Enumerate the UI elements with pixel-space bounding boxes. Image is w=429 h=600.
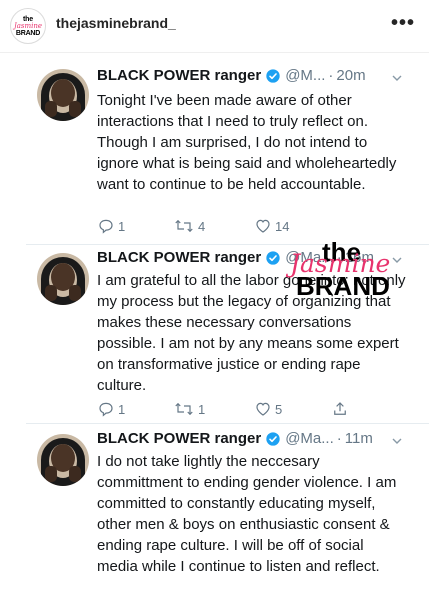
instagram-post-header: the Jasmine BRAND thejasminebrand_ ••• xyxy=(0,0,429,52)
tweet-display-name[interactable]: BLACK POWER ranger xyxy=(97,430,261,447)
tweet-avatar[interactable] xyxy=(37,434,89,486)
account-username[interactable]: thejasminebrand_ xyxy=(56,15,176,31)
divider xyxy=(26,423,429,424)
avatar-logo-line2: Jasmine xyxy=(13,21,43,30)
tweet-timestamp[interactable]: 11m xyxy=(345,430,373,447)
avatar-logo-line3: BRAND xyxy=(15,29,41,37)
like-count: 14 xyxy=(275,218,290,234)
retweet-button[interactable]: 4 xyxy=(173,217,205,235)
reply-icon xyxy=(99,402,113,417)
tweet-avatar[interactable] xyxy=(37,253,89,305)
chevron-down-icon[interactable] xyxy=(391,72,403,84)
reply-button[interactable]: 1 xyxy=(97,400,125,418)
chevron-down-icon[interactable] xyxy=(391,435,403,447)
tweet-handle[interactable]: @M... xyxy=(285,67,325,84)
tweet-display-name[interactable]: BLACK POWER ranger xyxy=(97,249,261,266)
separator-dot: · xyxy=(336,430,342,447)
verified-badge-icon xyxy=(266,68,280,83)
more-options-icon[interactable]: ••• xyxy=(391,12,415,35)
tweet-text: I do not take lightly the neccesary comm… xyxy=(97,453,397,575)
watermark-logo: the Jasmine BRAND xyxy=(282,239,412,299)
tweet-actions: 1 4 14 xyxy=(97,217,397,237)
retweet-count: 1 xyxy=(198,401,206,417)
post-image: BLACK POWER ranger @M... · 20m Tonight I… xyxy=(0,52,429,600)
reply-button[interactable]: 1 xyxy=(97,217,125,235)
separator-dot: · xyxy=(328,67,334,84)
retweet-icon xyxy=(175,219,193,233)
like-count: 5 xyxy=(275,401,283,417)
tweet-header: BLACK POWER ranger @Ma... · 11m xyxy=(97,430,373,447)
verified-badge-icon xyxy=(266,250,280,265)
tweet-text: Tonight I've been made aware of other in… xyxy=(97,92,397,193)
tweet-display-name[interactable]: BLACK POWER ranger xyxy=(97,67,261,84)
tweet-handle[interactable]: @Ma... xyxy=(285,430,334,447)
account-avatar[interactable]: the Jasmine BRAND xyxy=(10,8,46,44)
reply-icon xyxy=(99,219,113,234)
like-button[interactable]: 14 xyxy=(254,217,289,235)
watermark-line3: BRAND xyxy=(296,271,390,301)
reply-count: 1 xyxy=(118,401,126,417)
like-button[interactable]: 5 xyxy=(254,400,282,418)
reply-count: 1 xyxy=(118,218,126,234)
verified-badge-icon xyxy=(266,431,280,446)
share-icon xyxy=(334,402,346,415)
retweet-button[interactable]: 1 xyxy=(173,400,205,418)
share-button[interactable] xyxy=(331,400,349,418)
tweet-timestamp[interactable]: 20m xyxy=(336,67,365,84)
retweet-icon xyxy=(175,402,193,416)
tweet-header: BLACK POWER ranger @M... · 20m xyxy=(97,67,366,84)
tweet-actions: 1 1 5 xyxy=(97,400,397,420)
heart-icon xyxy=(256,402,270,416)
heart-icon xyxy=(256,219,270,233)
tweet-avatar[interactable] xyxy=(37,69,89,121)
retweet-count: 4 xyxy=(198,218,206,234)
